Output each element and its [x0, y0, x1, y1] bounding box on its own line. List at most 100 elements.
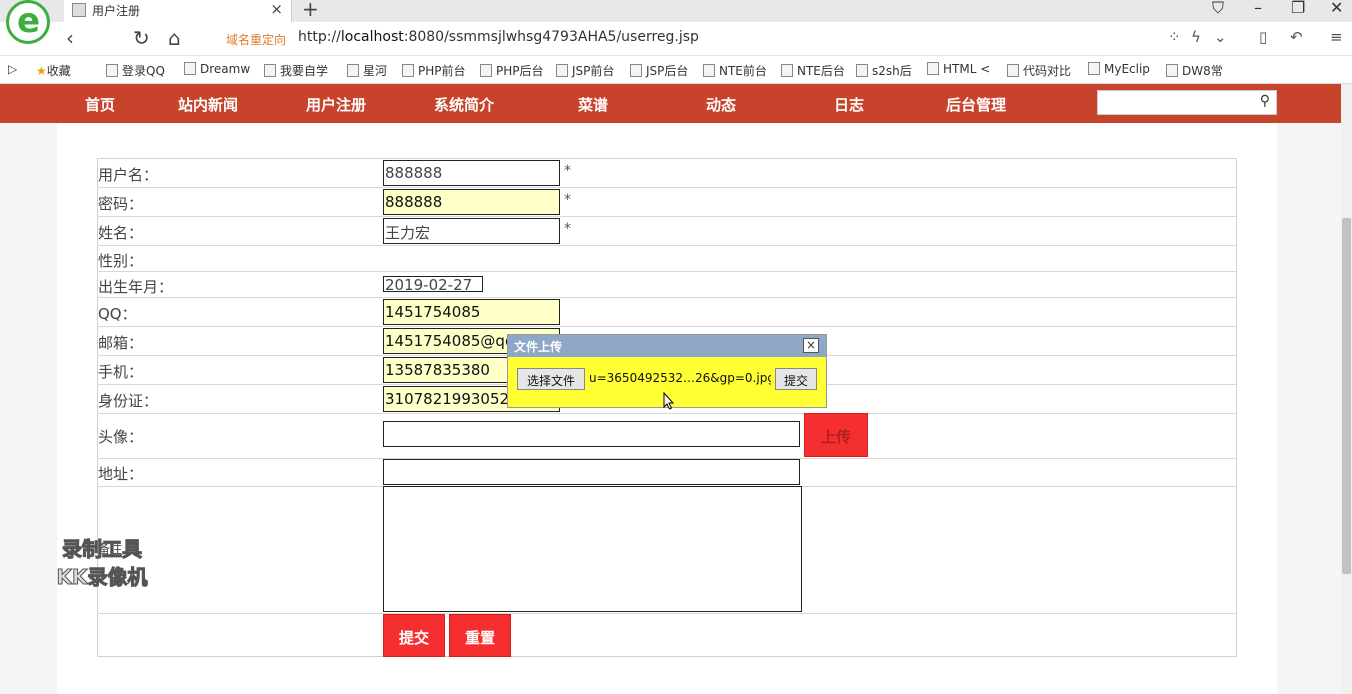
new-tab-button[interactable]: + [302, 0, 319, 21]
scrollbar-thumb[interactable] [1342, 218, 1351, 574]
birth-label: 出生年月： [98, 278, 174, 296]
shirt-skin-icon[interactable]: ⛉ [1212, 0, 1224, 18]
name-label: 姓名： [98, 224, 144, 242]
phone-label: 手机： [98, 363, 144, 381]
back-icon[interactable]: ‹ [66, 26, 74, 50]
bookmark-item[interactable]: JSP后台 [630, 62, 688, 79]
bookmark-item[interactable]: 星河 [347, 62, 387, 79]
qq-field[interactable]: 1451754085 [383, 299, 560, 325]
notes-textarea[interactable] [383, 486, 802, 612]
row-divider [97, 271, 1237, 272]
name-field[interactable]: 王力宏 [383, 218, 560, 244]
url-field[interactable]: http://localhost:8080/ssmmsjlwhsg4793AHA… [298, 29, 699, 45]
restore-icon[interactable]: ❐ [1291, 0, 1305, 17]
row-divider [97, 297, 1237, 298]
browser-tab[interactable]: 用户注册 × [64, 0, 292, 22]
birth-date-field[interactable]: 2019-02-27 [383, 276, 483, 292]
url-path: :8080/ssmmsjlwhsg4793AHA5/userreg.jsp [403, 29, 699, 45]
home-icon[interactable]: ⌂ [168, 26, 181, 50]
nav-about[interactable]: 系统简介 [434, 94, 494, 115]
page-icon [347, 64, 359, 77]
site-icon [264, 64, 276, 77]
search-input[interactable]: ⚲ [1097, 90, 1277, 115]
required-mark: * [564, 163, 571, 179]
nav-register[interactable]: 用户注册 [306, 94, 366, 115]
bookmark-item[interactable]: MyEclip [1088, 62, 1150, 76]
lightning-icon[interactable]: ϟ [1191, 28, 1201, 46]
nav-log[interactable]: 日志 [834, 94, 864, 115]
close-tab-icon[interactable]: × [270, 0, 283, 18]
minimize-icon[interactable]: – [1254, 0, 1262, 17]
page-icon [781, 64, 793, 77]
recorder-watermark: 录制工具 KK录像机 [32, 535, 172, 591]
bookmark-item[interactable]: 登录QQ [106, 62, 165, 79]
qq-icon [106, 64, 118, 77]
nav-admin[interactable]: 后台管理 [946, 94, 1006, 115]
row-divider [97, 216, 1237, 217]
username-field[interactable]: 888888 [383, 160, 560, 186]
page-scrollbar[interactable] [1341, 84, 1352, 694]
browser-tab-bar: 用户注册 × + ⛉ – ❐ ✕ [0, 0, 1352, 22]
dialog-title: 文件上传 [514, 340, 563, 354]
gender-label: 性别： [98, 252, 144, 270]
bookmark-item[interactable]: NTE前台 [703, 62, 767, 79]
bookmark-item[interactable]: PHP后台 [480, 62, 544, 79]
bookmark-item[interactable]: Dreamw [184, 62, 250, 76]
submit-button[interactable]: 提交 [383, 614, 445, 657]
avatar-field[interactable] [383, 421, 800, 447]
bookmark-item[interactable]: DW8常 [1166, 62, 1223, 79]
page-icon [402, 64, 414, 77]
compare-icon [1007, 64, 1019, 77]
bookmark-item[interactable]: 代码对比 [1007, 62, 1071, 79]
reader-mode-icon[interactable]: ▯ [1259, 28, 1267, 46]
password-field[interactable]: 888888 [383, 189, 560, 215]
undo-icon[interactable]: ↶ [1290, 28, 1303, 46]
page-icon [630, 64, 642, 77]
close-icon[interactable]: × [803, 338, 819, 353]
reload-icon[interactable]: ↻ [133, 26, 150, 50]
page-icon [556, 64, 568, 77]
bookmark-item[interactable]: NTE后台 [781, 62, 845, 79]
bookmark-item[interactable]: s2sh后 [856, 62, 912, 79]
username-label: 用户名： [98, 166, 159, 184]
bookmark-item[interactable]: HTML < [927, 62, 990, 76]
choose-file-button[interactable]: 选择文件 [517, 368, 585, 390]
sidebar-toggle-icon[interactable]: ▷ [8, 62, 17, 76]
dialog-title-bar[interactable]: 文件上传 × [508, 335, 826, 357]
address-field[interactable] [383, 459, 800, 485]
row-divider [97, 245, 1237, 246]
password-label: 密码： [98, 195, 144, 213]
qr-code-icon[interactable]: ⁘ [1168, 28, 1181, 46]
page-icon [480, 64, 492, 77]
site-nav: 首页 站内新闻 用户注册 系统简介 菜谱 动态 日志 后台管理 ⚲ [0, 84, 1341, 123]
html5-icon [927, 62, 939, 75]
nav-home[interactable]: 首页 [85, 94, 115, 115]
email-label: 邮箱： [98, 334, 144, 352]
row-divider [97, 326, 1237, 327]
nav-updates[interactable]: 动态 [706, 94, 736, 115]
bookmark-item[interactable]: 我要自学 [264, 62, 328, 79]
reset-button[interactable]: 重置 [449, 614, 511, 657]
bookmark-item[interactable]: ★收藏 [36, 62, 71, 79]
menu-icon[interactable]: ≡ [1330, 28, 1343, 46]
search-icon[interactable]: ⚲ [1260, 93, 1270, 109]
watermark-line: KK录像机 [56, 565, 148, 590]
selected-file-name: u=3650492532…26&gp=0.jpg [589, 371, 771, 385]
chevron-down-icon[interactable]: ⌄ [1214, 28, 1227, 46]
page-favicon-icon [72, 3, 86, 17]
mouse-cursor-icon [663, 392, 675, 410]
nav-recipes[interactable]: 菜谱 [578, 94, 608, 115]
myeclipse-icon [1088, 62, 1100, 75]
browser-logo-icon[interactable]: e [6, 0, 50, 44]
nav-news[interactable]: 站内新闻 [178, 94, 238, 115]
redirect-badge[interactable]: 域名重定向 [226, 31, 286, 48]
page-icon [703, 64, 715, 77]
url-scheme: http:// [298, 29, 341, 45]
dialog-submit-button[interactable]: 提交 [775, 368, 817, 390]
bookmark-item[interactable]: PHP前台 [402, 62, 466, 79]
close-window-icon[interactable]: ✕ [1330, 0, 1343, 17]
site-icon [856, 64, 868, 77]
bookmark-item[interactable]: JSP前台 [556, 62, 614, 79]
upload-button[interactable]: 上传 [804, 413, 868, 457]
star-icon: ★ [36, 64, 47, 78]
